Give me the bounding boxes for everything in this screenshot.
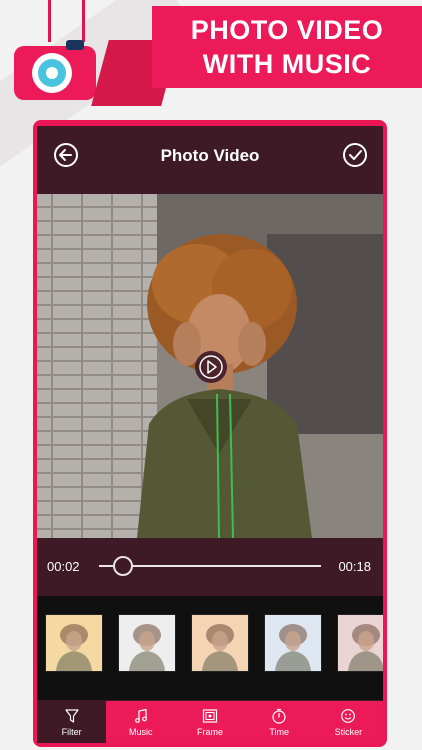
tab-label: Sticker: [334, 726, 363, 737]
camera-logo-icon: [14, 40, 96, 100]
tab-music[interactable]: Music: [106, 701, 175, 743]
tab-frame[interactable]: Frame: [175, 701, 244, 743]
sticker-icon: [341, 708, 356, 723]
filter-thumbnail[interactable]: [337, 614, 383, 672]
current-time: 00:02: [47, 559, 80, 574]
tab-sticker[interactable]: Sticker: [314, 701, 383, 743]
app-header: Photo Video: [37, 126, 383, 190]
music-icon: [134, 708, 147, 723]
banner-line-1: PHOTO VIDEO: [190, 15, 384, 45]
timer-icon: [272, 708, 286, 724]
tab-time[interactable]: Time: [245, 701, 314, 743]
tab-filter[interactable]: Filter: [37, 701, 107, 743]
phone-frame: Photo Video 00:02 00:18 Filter Music Fra…: [33, 120, 387, 747]
total-time: 00:18: [338, 559, 371, 574]
tab-label: Time: [269, 726, 290, 737]
filter-thumbnail[interactable]: [118, 614, 176, 672]
filter-strip: [37, 596, 383, 700]
bottom-toolbar: Filter Music Frame Time Sticker: [37, 701, 383, 743]
filter-thumbnail[interactable]: [45, 614, 103, 672]
confirm-check-icon[interactable]: [342, 142, 368, 168]
video-preview[interactable]: [37, 194, 383, 538]
page-title: Photo Video: [160, 146, 260, 165]
filter-thumbnail[interactable]: [264, 614, 322, 672]
tab-label: Music: [129, 726, 153, 737]
playback-timeline: 00:02 00:18: [37, 538, 383, 594]
tab-label: Frame: [197, 726, 224, 737]
banner-line-2: WITH MUSIC: [202, 49, 372, 79]
promo-banner: PHOTO VIDEO WITH MUSIC: [152, 6, 422, 88]
strap-right: [82, 0, 85, 42]
filter-thumbnail[interactable]: [191, 614, 249, 672]
seek-handle[interactable]: [113, 556, 134, 576]
filter-icon: [64, 708, 79, 723]
strap-left: [48, 0, 51, 42]
tab-label: Filter: [61, 726, 82, 737]
app-screen: Photo Video 00:02 00:18 Filter Music Fra…: [37, 126, 383, 743]
frame-icon: [202, 708, 218, 723]
play-button-icon[interactable]: [194, 350, 228, 384]
